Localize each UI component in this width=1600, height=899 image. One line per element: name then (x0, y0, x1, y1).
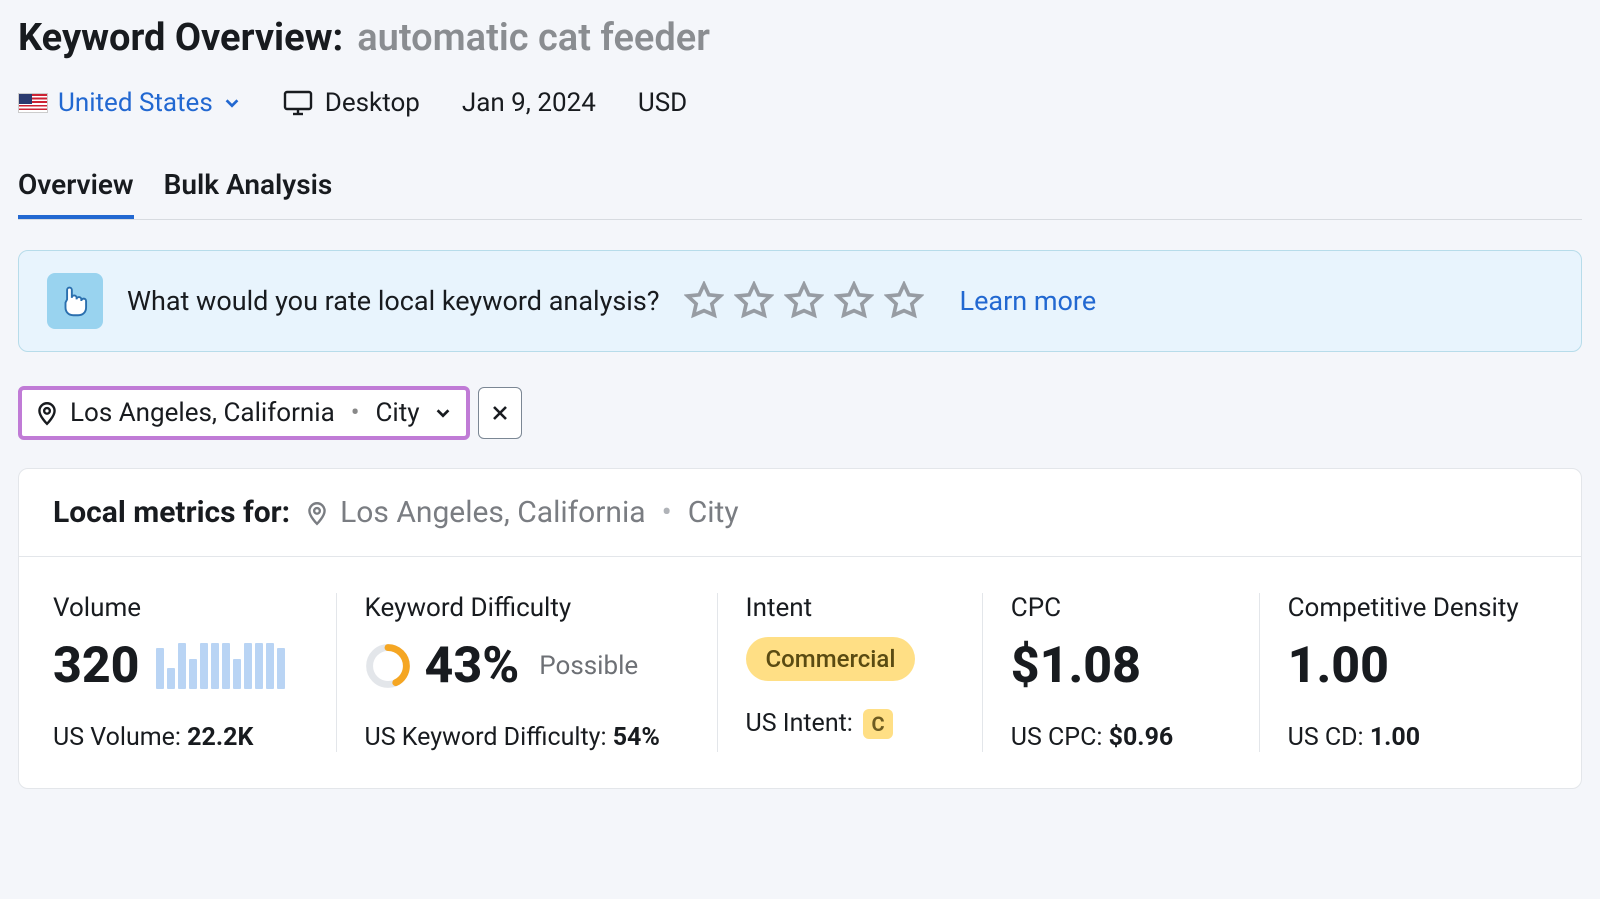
metric-cpc-label: CPC (1011, 593, 1231, 623)
location-chip-close[interactable] (478, 387, 522, 439)
currency-label: USD (638, 88, 687, 118)
metric-kd-secondary: US Keyword Difficulty: 54% (365, 723, 689, 752)
device-label: Desktop (325, 88, 420, 118)
rating-stars (684, 281, 924, 321)
metric-competitive-density: Competitive Density 1.00 US CD: 1.00 (1260, 593, 1547, 752)
metric-volume-label: Volume (53, 593, 308, 623)
metric-volume-secondary: US Volume: 22.2K (53, 723, 308, 752)
desktop-icon (283, 89, 313, 117)
local-metrics-city: Los Angeles, California (340, 495, 645, 530)
star-3[interactable] (784, 281, 824, 321)
volume-sparkline (156, 643, 285, 689)
intent-badge-small: C (863, 709, 893, 739)
star-4[interactable] (834, 281, 874, 321)
country-selector[interactable]: United States (18, 88, 241, 118)
metric-kd-label: Keyword Difficulty (365, 593, 689, 623)
dot-separator: • (662, 495, 672, 530)
star-1[interactable] (684, 281, 724, 321)
metric-kd-suffix: Possible (539, 651, 638, 681)
chevron-down-icon (223, 94, 241, 112)
local-metrics-type: City (688, 495, 739, 530)
local-metrics-body: Volume 320 US Volume: 22.2K Keyword Diff… (19, 557, 1581, 788)
page-title: Keyword Overview: (18, 16, 343, 60)
device-selector[interactable]: Desktop (283, 88, 420, 118)
metric-intent-secondary: US Intent: C (746, 709, 954, 739)
intent-badge: Commercial (746, 637, 916, 681)
page-title-row: Keyword Overview: automatic cat feeder (18, 16, 1582, 60)
star-2[interactable] (734, 281, 774, 321)
metric-keyword-difficulty: Keyword Difficulty 43% Possible US Keywo… (337, 593, 717, 752)
date-label: Jan 9, 2024 (462, 88, 596, 118)
metric-intent-label: Intent (746, 593, 954, 623)
local-metrics-card: Local metrics for: Los Angeles, Californ… (18, 468, 1582, 789)
metric-volume: Volume 320 US Volume: 22.2K (53, 593, 336, 752)
local-metrics-header-label: Local metrics for: (53, 495, 290, 530)
tab-overview[interactable]: Overview (18, 168, 134, 219)
metric-cpc: CPC $1.08 US CPC: $0.96 (983, 593, 1259, 752)
metric-cpc-secondary: US CPC: $0.96 (1011, 723, 1231, 752)
metric-cd-label: Competitive Density (1288, 593, 1519, 623)
location-chip[interactable]: Los Angeles, California • City (18, 386, 470, 440)
metric-cd-value: 1.00 (1288, 637, 1389, 695)
page-title-keyword: automatic cat feeder (357, 16, 710, 60)
filters-row: United States Desktop Jan 9, 2024 USD (18, 88, 1582, 118)
country-label: United States (58, 88, 213, 118)
pin-icon (34, 400, 60, 426)
local-metrics-header: Local metrics for: Los Angeles, Californ… (19, 469, 1581, 557)
metric-kd-value: 43% (425, 637, 520, 695)
chevron-down-icon (434, 404, 452, 422)
kd-donut-icon (365, 643, 411, 689)
rating-banner: What would you rate local keyword analys… (18, 250, 1582, 352)
metric-intent: Intent Commercial US Intent: C (718, 593, 982, 752)
location-chip-type: City (376, 398, 420, 428)
tab-bulk-analysis[interactable]: Bulk Analysis (164, 168, 333, 219)
flag-us-icon (18, 93, 48, 113)
location-chip-city: Los Angeles, California (70, 398, 335, 428)
learn-more-link[interactable]: Learn more (960, 285, 1097, 317)
hand-icon (47, 273, 103, 329)
tabs-row: Overview Bulk Analysis (18, 168, 1582, 220)
location-chip-row: Los Angeles, California • City (18, 386, 1582, 440)
rating-question: What would you rate local keyword analys… (127, 285, 660, 317)
metric-volume-value: 320 (53, 637, 140, 695)
pin-icon (304, 500, 330, 526)
dot-separator: • (351, 398, 360, 428)
metric-cd-secondary: US CD: 1.00 (1288, 723, 1519, 752)
metric-cpc-value: $1.08 (1011, 637, 1141, 695)
close-icon (490, 403, 510, 423)
star-5[interactable] (884, 281, 924, 321)
